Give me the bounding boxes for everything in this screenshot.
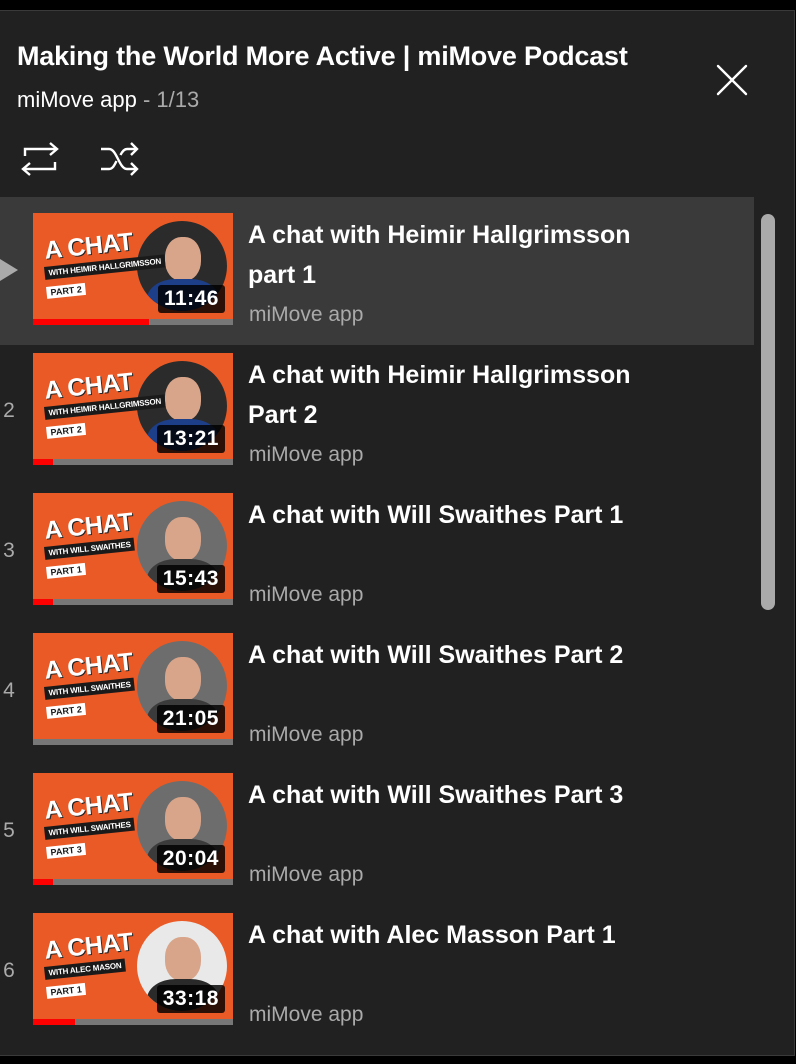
- playlist-item-index: 4: [3, 679, 15, 702]
- guest-face: [165, 657, 201, 701]
- video-title[interactable]: A chat with Heimir Hallgrimsson Part 2: [248, 355, 643, 435]
- playlist-item-index: 5: [3, 819, 15, 842]
- playlist-position: - 1/13: [136, 87, 200, 112]
- watch-progress-fill: [33, 319, 149, 325]
- playlist-item[interactable]: 2 A CHAT WITH HEIMIR HALLGRIMSSON PART 2 13:…: [0, 337, 754, 485]
- guest-face: [165, 517, 201, 561]
- video-title[interactable]: A chat with Will Swaithes Part 3: [248, 775, 643, 815]
- guest-face: [165, 237, 201, 281]
- playlist-header: Making the World More Active | miMove Po…: [0, 11, 794, 197]
- playlist-subtitle: miMove app - 1/13: [17, 87, 199, 113]
- video-thumbnail[interactable]: A CHAT WITH WILL SWAITHES PART 3 20:04: [33, 773, 233, 885]
- video-thumbnail[interactable]: A CHAT WITH WILL SWAITHES PART 2 21:05: [33, 633, 233, 745]
- watch-progress-track: [33, 599, 233, 605]
- video-duration: 13:21: [156, 425, 225, 453]
- video-thumbnail[interactable]: A CHAT WITH HEIMIR HALLGRIMSSON PART 2 13:2…: [33, 353, 233, 465]
- thumbnail-part-label: PART 3: [46, 842, 87, 859]
- video-channel[interactable]: miMove app: [249, 443, 363, 467]
- watch-progress-track: [33, 879, 233, 885]
- video-channel[interactable]: miMove app: [249, 863, 363, 887]
- video-duration: 33:18: [156, 985, 225, 1013]
- playlist-item[interactable]: 4A CHAT WITH WILL SWAITHES PART 2 21:05 A ch…: [0, 617, 754, 765]
- thumbnail-part-label: PART 2: [46, 702, 87, 719]
- playlist-item[interactable]: 3A CHAT WITH WILL SWAITHES PART 1 15:43 A ch…: [0, 477, 754, 625]
- playlist-item[interactable]: 6A CHAT WITH ALEC MASON PART 1 33:18 A chat …: [0, 897, 754, 1045]
- video-channel[interactable]: miMove app: [249, 1003, 363, 1027]
- thumbnail-part-label: PART 2: [46, 422, 87, 439]
- video-channel[interactable]: miMove app: [249, 723, 363, 747]
- scrollbar-thumb[interactable]: [761, 214, 775, 610]
- close-button[interactable]: [708, 56, 756, 104]
- video-thumbnail[interactable]: A CHAT WITH WILL SWAITHES PART 1 15:43: [33, 493, 233, 605]
- video-title[interactable]: A chat with Heimir Hallgrimsson part 1: [248, 215, 643, 295]
- playlist-items: A CHAT WITH HEIMIR HALLGRIMSSON PART 2 11:4…: [0, 197, 754, 1055]
- playlist-title[interactable]: Making the World More Active | miMove Po…: [17, 41, 628, 72]
- playlist-item[interactable]: 5A CHAT WITH WILL SWAITHES PART 3 20:04 A ch…: [0, 757, 754, 905]
- shuffle-playlist-button[interactable]: [96, 135, 144, 183]
- thumbnail-part-label: PART 2: [46, 282, 87, 299]
- watch-progress-fill: [33, 599, 53, 605]
- video-thumbnail[interactable]: A CHAT WITH HEIMIR HALLGRIMSSON PART 2 11:4…: [33, 213, 233, 325]
- watch-progress-fill: [33, 1019, 75, 1025]
- video-thumbnail[interactable]: A CHAT WITH ALEC MASON PART 1 33:18: [33, 913, 233, 1025]
- now-playing-icon: [0, 259, 18, 281]
- close-icon: [716, 64, 748, 96]
- watch-progress-fill: [33, 459, 53, 465]
- playlist-channel[interactable]: miMove app: [17, 87, 137, 112]
- shuffle-icon: [101, 142, 139, 176]
- guest-face: [165, 797, 201, 841]
- playlist-item-index: 3: [3, 539, 15, 562]
- loop-playlist-button[interactable]: [16, 135, 64, 183]
- playlist-panel: Making the World More Active | miMove Po…: [0, 10, 795, 1056]
- video-title[interactable]: A chat with Will Swaithes Part 1: [248, 495, 643, 535]
- video-channel[interactable]: miMove app: [249, 303, 363, 327]
- playlist-item[interactable]: A CHAT WITH HEIMIR HALLGRIMSSON PART 2 11:4…: [0, 197, 754, 345]
- video-duration: 20:04: [156, 845, 225, 873]
- thumbnail-part-label: PART 1: [46, 562, 87, 579]
- video-duration: 15:43: [156, 565, 225, 593]
- loop-icon: [21, 142, 59, 176]
- video-duration: 21:05: [156, 705, 225, 733]
- thumbnail-part-label: PART 1: [46, 982, 87, 999]
- video-title[interactable]: A chat with Alec Masson Part 1: [248, 915, 643, 955]
- video-title[interactable]: A chat with Will Swaithes Part 2: [248, 635, 643, 675]
- guest-face: [165, 377, 201, 421]
- watch-progress-track: [33, 739, 233, 745]
- guest-face: [165, 937, 201, 981]
- playlist-item-index: 2: [3, 399, 15, 422]
- playlist-item-index: 6: [3, 959, 15, 982]
- video-duration: 11:46: [157, 285, 225, 313]
- video-channel[interactable]: miMove app: [249, 583, 363, 607]
- watch-progress-track: [33, 1019, 233, 1025]
- watch-progress-track: [33, 459, 233, 465]
- watch-progress-fill: [33, 879, 53, 885]
- watch-progress-track: [33, 319, 233, 325]
